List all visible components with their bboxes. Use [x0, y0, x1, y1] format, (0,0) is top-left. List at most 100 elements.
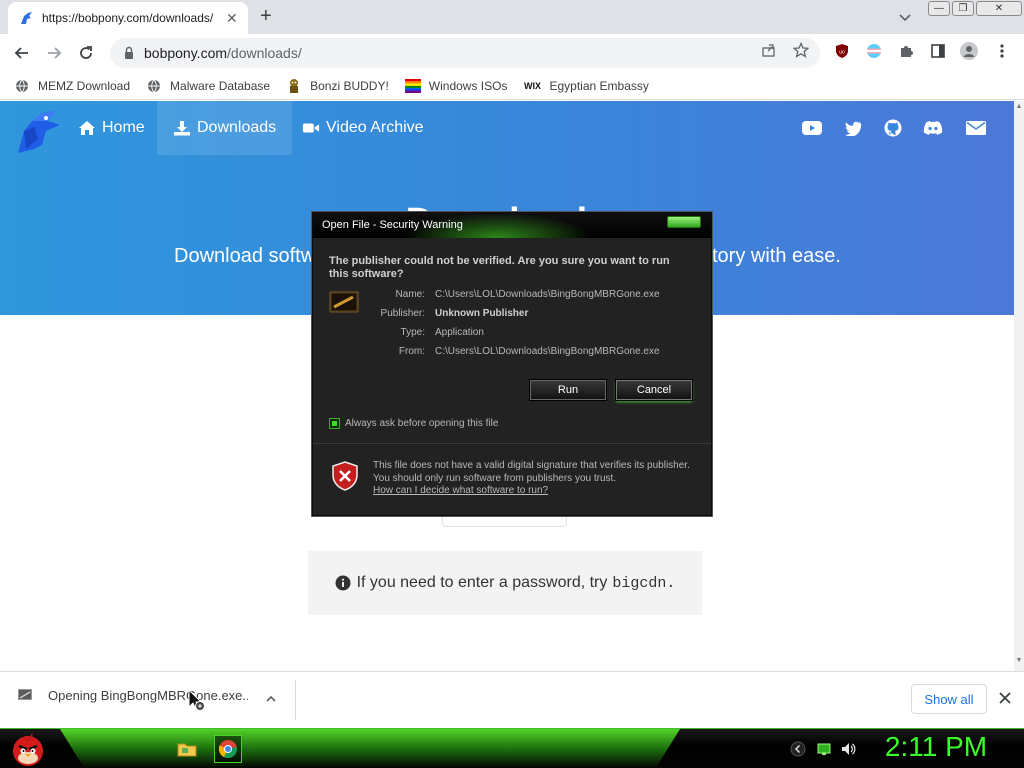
share-icon[interactable]	[760, 41, 778, 59]
nav-video-archive[interactable]: Video Archive	[286, 101, 440, 155]
cancel-button[interactable]: Cancel	[615, 379, 693, 401]
address-bar[interactable]: bobpony.com/downloads/	[110, 38, 820, 68]
window-close-icon[interactable]: ✕	[976, 1, 1022, 16]
taskbar-glow	[60, 729, 680, 768]
bookmark-egyptian-embassy[interactable]: WIX Egyptian Embassy	[523, 78, 649, 94]
scroll-down-icon[interactable]: ▼	[1015, 657, 1023, 664]
scroll-up-icon[interactable]: ▲	[1015, 103, 1023, 110]
url-host: bobpony.com	[144, 45, 228, 61]
taskbar-clock[interactable]: 2:11 PM	[876, 731, 996, 763]
publisher-value: Unknown Publisher	[435, 308, 529, 319]
dialog-divider	[313, 443, 711, 444]
browser-tab[interactable]: https://bobpony.com/downloads/ ✕	[8, 2, 248, 34]
puzzle-icon[interactable]	[897, 42, 915, 60]
discord-icon[interactable]	[923, 119, 943, 137]
ublock-icon[interactable]: uo	[833, 42, 851, 60]
notice-code: bigcdn.	[612, 574, 676, 592]
tab-close-icon[interactable]: ✕	[226, 10, 238, 27]
from-value: C:\Users\LOL\Downloads\BingBongMBRGone.e…	[435, 346, 660, 357]
bookmark-bonzi-buddy[interactable]: Bonzi BUDDY!	[286, 78, 389, 94]
nav-label: Downloads	[197, 119, 277, 136]
bookmarks-bar: MEMZ Download Malware Database Bonzi BUD…	[0, 72, 1024, 100]
notice-text: If you need to enter a password, try	[356, 574, 608, 591]
run-button[interactable]: Run	[529, 379, 607, 401]
bonzi-icon	[286, 78, 302, 94]
windows-flag-icon	[404, 78, 421, 94]
help-link[interactable]: How can I decide what software to run?	[373, 485, 548, 496]
globe-icon	[14, 78, 30, 94]
bookmark-windows-isos[interactable]: Windows ISOs	[404, 78, 508, 94]
password-notice: If you need to enter a password, try big…	[308, 551, 702, 615]
svg-text:uo: uo	[839, 50, 845, 56]
tab-title: https://bobpony.com/downloads/	[42, 11, 214, 25]
dialog-title: Open File - Security Warning	[322, 219, 463, 231]
menu-icon[interactable]	[993, 42, 1011, 60]
nav-downloads[interactable]: Downloads	[157, 101, 293, 155]
network-icon[interactable]	[816, 741, 832, 757]
minimize-icon[interactable]: —	[928, 1, 950, 16]
bookmark-label: Malware Database	[170, 78, 271, 93]
signature-warning-text: This file does not have a valid digital …	[373, 460, 690, 484]
bookmark-memz[interactable]: MEMZ Download	[14, 78, 130, 94]
github-icon[interactable]	[883, 119, 903, 137]
twitter-icon[interactable]	[843, 119, 863, 137]
tab-search-chevron-icon[interactable]	[897, 9, 913, 25]
mouse-cursor-busy-icon	[188, 688, 205, 713]
volume-icon[interactable]	[840, 741, 856, 757]
new-tab-icon[interactable]: +	[260, 6, 272, 26]
tray-overflow-icon[interactable]	[790, 741, 806, 757]
url-text: bobpony.com/downloads/	[144, 45, 302, 61]
bookmark-label: MEMZ Download	[38, 78, 131, 93]
url-path: /downloads/	[227, 45, 302, 61]
exe-file-icon	[16, 686, 34, 704]
nav-label: Video Archive	[326, 119, 424, 136]
download-item[interactable]: Opening BingBongMBRGone.exe...	[16, 686, 248, 704]
home-icon	[78, 120, 96, 136]
youtube-icon[interactable]	[802, 119, 822, 137]
sidepanel-icon[interactable]	[929, 42, 947, 60]
shield-warning-icon	[331, 461, 359, 491]
dialog-close-icon[interactable]	[667, 216, 701, 228]
chrome-taskbar-icon[interactable]	[214, 735, 242, 763]
name-label: Name:	[395, 289, 425, 300]
back-arrow-icon[interactable]	[11, 42, 33, 64]
hero-subtitle-right: tory with ease.	[712, 245, 841, 267]
shelf-separator	[295, 680, 296, 720]
always-ask-checkbox[interactable]: Always ask before opening this file	[329, 418, 498, 429]
dialog-question: The publisher could not be verified. Are…	[329, 255, 670, 280]
bookmark-malware-database[interactable]: Malware Database	[146, 78, 270, 94]
download-shelf: Opening BingBongMBRGone.exe... Show all	[0, 671, 1024, 728]
forward-arrow-icon[interactable]	[43, 42, 65, 64]
nav-home[interactable]: Home	[62, 101, 161, 155]
show-all-button[interactable]: Show all	[911, 684, 987, 714]
info-icon	[335, 575, 351, 591]
dialog-titlebar[interactable]: Open File - Security Warning	[313, 213, 711, 238]
profile-icon[interactable]	[960, 42, 978, 60]
reload-icon[interactable]	[75, 42, 97, 64]
from-label: From:	[398, 346, 425, 357]
flag-extension-icon[interactable]	[865, 42, 883, 60]
name-value: C:\Users\LOL\Downloads\BingBongMBRGone.e…	[435, 289, 660, 300]
tab-strip: https://bobpony.com/downloads/ ✕ + — ❐ ✕	[0, 0, 1024, 34]
mail-icon[interactable]	[966, 119, 986, 137]
angry-bird-start-icon[interactable]	[8, 729, 48, 768]
browser-toolbar: bobpony.com/downloads/ uo	[0, 34, 1024, 72]
page-scrollbar[interactable]: ▲ ▼	[1014, 101, 1024, 671]
bookmark-label: Egyptian Embassy	[549, 78, 649, 93]
download-status: Opening BingBongMBRGone.exe...	[48, 687, 248, 703]
taskbar: 2:11 PM	[0, 728, 1024, 768]
bobpony-logo-icon[interactable]	[12, 105, 64, 157]
restore-icon[interactable]: ❐	[952, 1, 974, 16]
checkbox-box[interactable]	[329, 418, 340, 429]
type-value: Application	[435, 327, 484, 338]
lock-icon[interactable]	[122, 46, 136, 60]
checkbox-label: Always ask before opening this file	[345, 418, 499, 429]
file-explorer-icon[interactable]	[173, 735, 201, 763]
download-options-chevron-icon[interactable]	[264, 692, 278, 706]
window-controls: — ❐ ✕	[928, 1, 1022, 16]
nav-label: Home	[102, 119, 145, 136]
bookmark-star-icon[interactable]	[792, 41, 810, 59]
shelf-close-icon[interactable]	[998, 691, 1014, 707]
bobpony-favicon-icon	[18, 10, 34, 26]
bookmark-label: Windows ISOs	[428, 78, 508, 93]
